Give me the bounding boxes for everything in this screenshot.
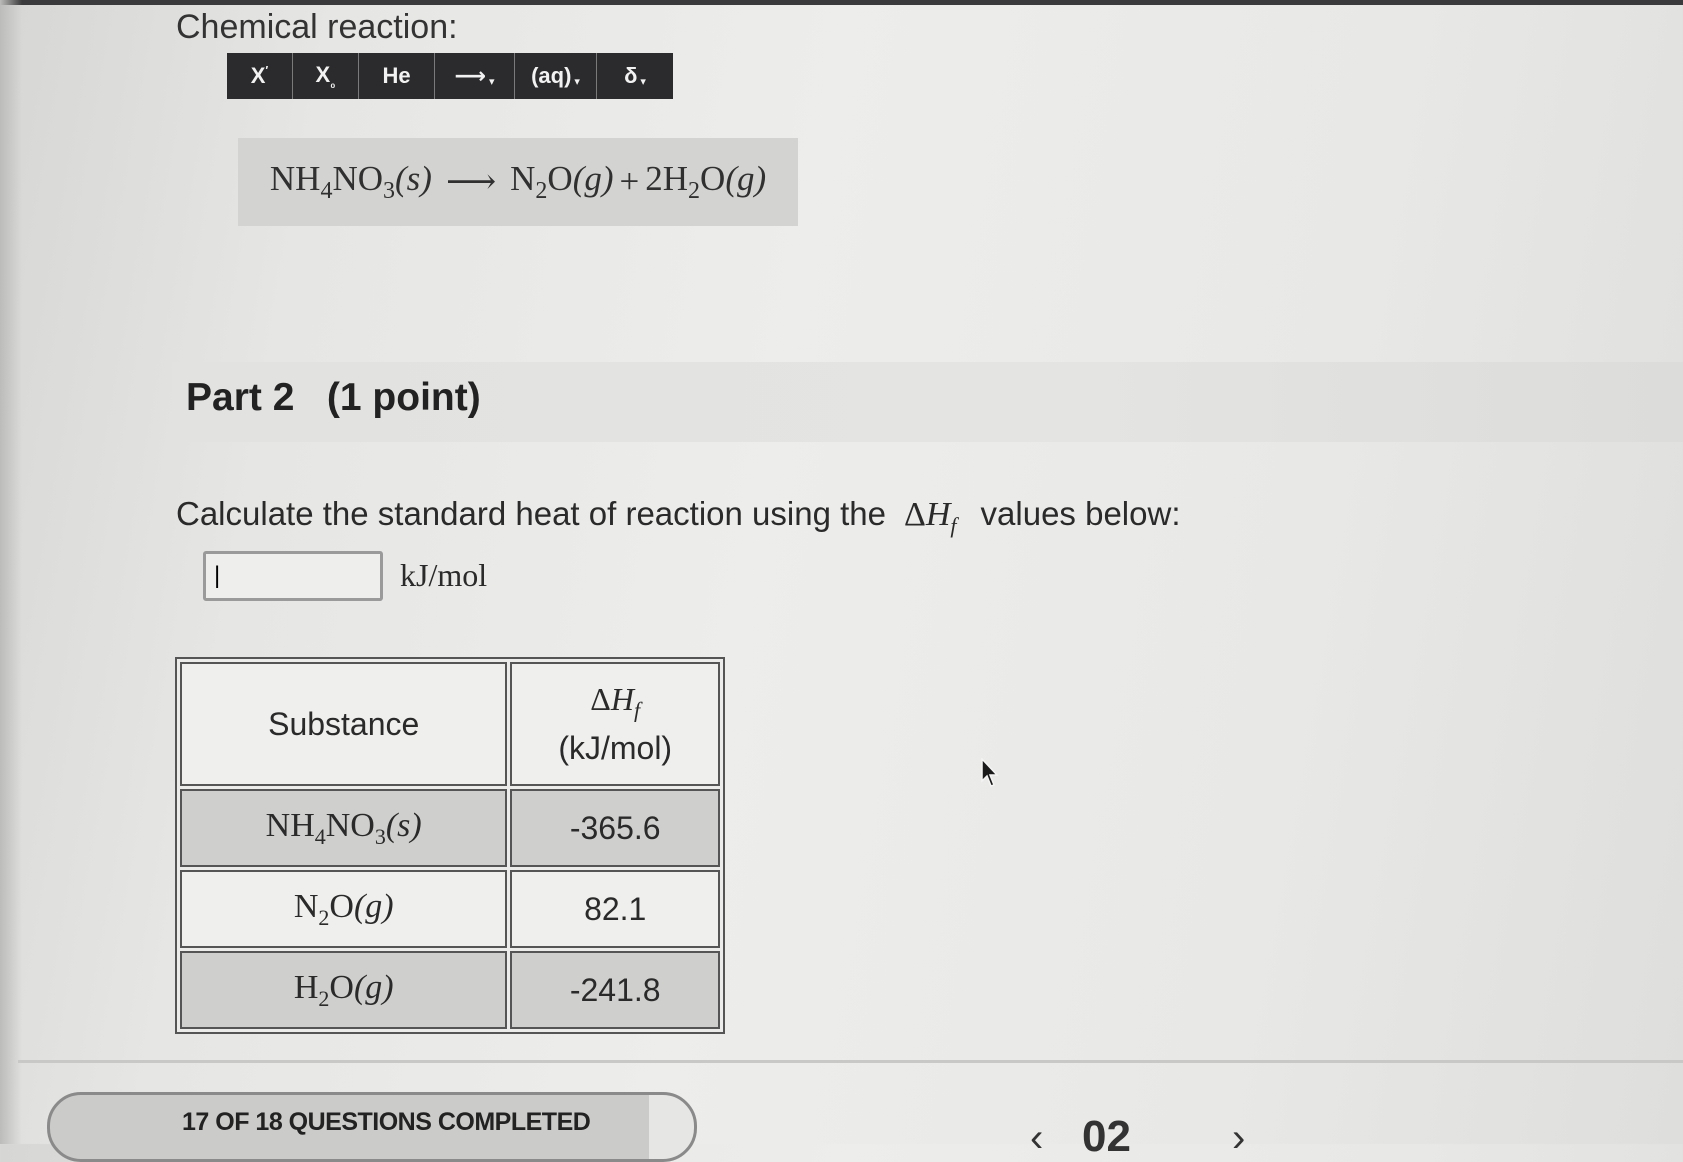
- reaction-arrow-icon: ⟶: [454, 63, 486, 88]
- chevron-right-icon: ›: [1232, 1116, 1246, 1160]
- left-edge-shadow: [0, 0, 22, 1144]
- enthalpy-table: Substance ΔHf (kJ/mol) NH4NO3(s) -365.6 …: [175, 657, 725, 1034]
- substance-cell: NH4NO3(s): [180, 789, 508, 867]
- product-formula: 2H2O(g): [645, 159, 767, 204]
- table-row: NH4NO3(s) -365.6: [180, 789, 720, 867]
- header-delta-h: ΔHf (kJ/mol): [510, 662, 720, 786]
- reaction-arrow: ⟶: [445, 162, 497, 201]
- reaction-arrow-button[interactable]: ⟶ ▾: [435, 53, 515, 99]
- chevron-down-icon: ▾: [574, 75, 580, 88]
- chevron-down-icon: ▾: [640, 75, 646, 88]
- substance-cell: H2O(g): [180, 951, 508, 1029]
- element-button[interactable]: He: [359, 53, 435, 99]
- next-question-button[interactable]: ›: [1232, 1118, 1272, 1158]
- progress-text: 17 OF 18 QUESTIONS COMPLETED: [182, 1108, 591, 1136]
- previous-question-button[interactable]: ‹: [1030, 1118, 1070, 1158]
- value-cell: -241.8: [510, 951, 720, 1029]
- subscript-icon: X₀: [315, 61, 336, 91]
- reactant-formula: NH4NO3(s): [269, 159, 432, 204]
- chemical-equation: NH4NO3(s) ⟶ N2O(g) + 2H2O(g): [238, 138, 798, 226]
- substance-cell: N2O(g): [180, 870, 508, 948]
- header-substance: Substance: [180, 662, 508, 786]
- charge-delta-icon: δ: [624, 63, 638, 88]
- superscript-icon: X′: [250, 63, 269, 88]
- subscript-button[interactable]: X₀: [293, 53, 359, 99]
- question-text: Calculate the standard heat of reaction …: [176, 495, 1181, 538]
- table-row: H2O(g) -241.8: [180, 951, 720, 1029]
- part-points: (1 point): [326, 376, 481, 419]
- value-cell: 82.1: [510, 870, 720, 948]
- superscript-button[interactable]: X′: [227, 53, 293, 99]
- table-row: N2O(g) 82.1: [180, 870, 720, 948]
- footer-divider: [18, 1060, 1683, 1063]
- plus-sign: +: [619, 162, 640, 201]
- chevron-left-icon: ‹: [1030, 1116, 1044, 1160]
- unit-label: kJ/mol: [400, 557, 488, 593]
- product-formula: N2O(g): [510, 159, 614, 204]
- element-icon: He: [382, 63, 411, 88]
- state-of-matter-icon: (aq): [531, 63, 572, 88]
- state-of-matter-button[interactable]: (aq) ▾: [515, 53, 597, 99]
- chemistry-toolbar: X′ X₀ He ⟶ ▾ (aq) ▾ δ ▾: [227, 53, 673, 99]
- section-title: Chemical reaction:: [176, 8, 458, 46]
- mouse-cursor-icon: [981, 757, 1001, 793]
- top-bar: [0, 0, 1683, 5]
- chevron-down-icon: ▾: [489, 75, 495, 88]
- table-header-row: Substance ΔHf (kJ/mol): [180, 662, 720, 786]
- delta-h-symbol: ΔHf: [903, 496, 957, 538]
- part-title: Part 2 (1 point): [186, 376, 481, 419]
- page-indicator: 02: [1082, 1112, 1131, 1161]
- answer-input[interactable]: [203, 551, 383, 601]
- value-cell: -365.6: [510, 789, 720, 867]
- charge-delta-button[interactable]: δ ▾: [597, 53, 673, 99]
